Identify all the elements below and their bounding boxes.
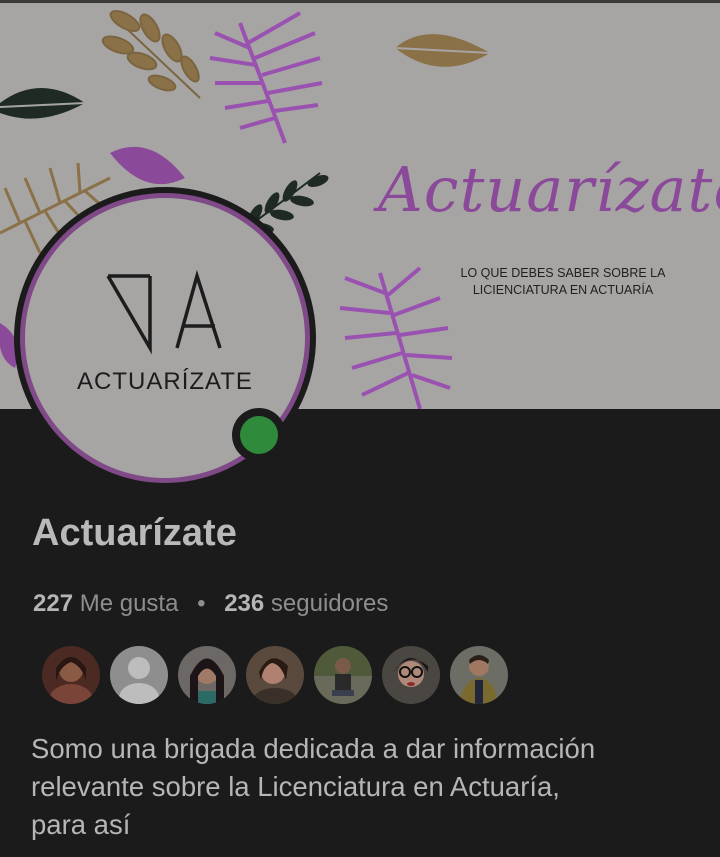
default-person-avatar[interactable]	[110, 646, 168, 704]
friend-photo-avatar[interactable]	[246, 646, 304, 704]
online-status-icon	[240, 416, 278, 454]
followers-count: 236	[224, 590, 265, 617]
page-stats: 227 Me gusta • 236 seguidores	[33, 590, 388, 618]
page-title: Actuarízate	[32, 512, 237, 554]
friend-photo-avatar[interactable]	[382, 646, 440, 704]
avatar-logo-text: ACTUARÍZATE	[77, 368, 253, 395]
followers-label[interactable]: seguidores	[271, 590, 388, 617]
cover-subtitle: LO QUE DEBES SABER SOBRE LA LICIENCIATUR…	[438, 265, 688, 299]
purple-fern-bottom	[339, 266, 453, 409]
stats-separator: •	[197, 590, 206, 617]
likes-count: 227	[33, 590, 74, 617]
likes-label[interactable]: Me gusta	[80, 590, 179, 617]
friend-photo-avatar[interactable]	[450, 646, 508, 704]
bio-line: para así	[31, 809, 131, 840]
friend-photo-avatar[interactable]	[42, 646, 100, 704]
cover-subtitle-line: LICIENCIATURA EN ACTUARÍA	[472, 283, 654, 297]
bio-line: relevante sobre la Licenciatura en Actua…	[31, 771, 560, 802]
purple-leaf-mid	[110, 146, 185, 185]
friend-photo-avatar[interactable]	[178, 646, 236, 704]
gold-leaf-sprig	[101, 9, 201, 99]
cover-title: Actuarízate	[378, 153, 720, 226]
page-bio: Somo una brigada dedicada a dar informac…	[31, 730, 701, 844]
bio-line: Somo una brigada dedicada a dar informac…	[31, 733, 596, 764]
cover-subtitle-line: LO QUE DEBES SABER SOBRE LA	[460, 266, 666, 280]
purple-fern-top	[209, 11, 323, 144]
friend-photo-avatar[interactable]	[314, 646, 372, 704]
